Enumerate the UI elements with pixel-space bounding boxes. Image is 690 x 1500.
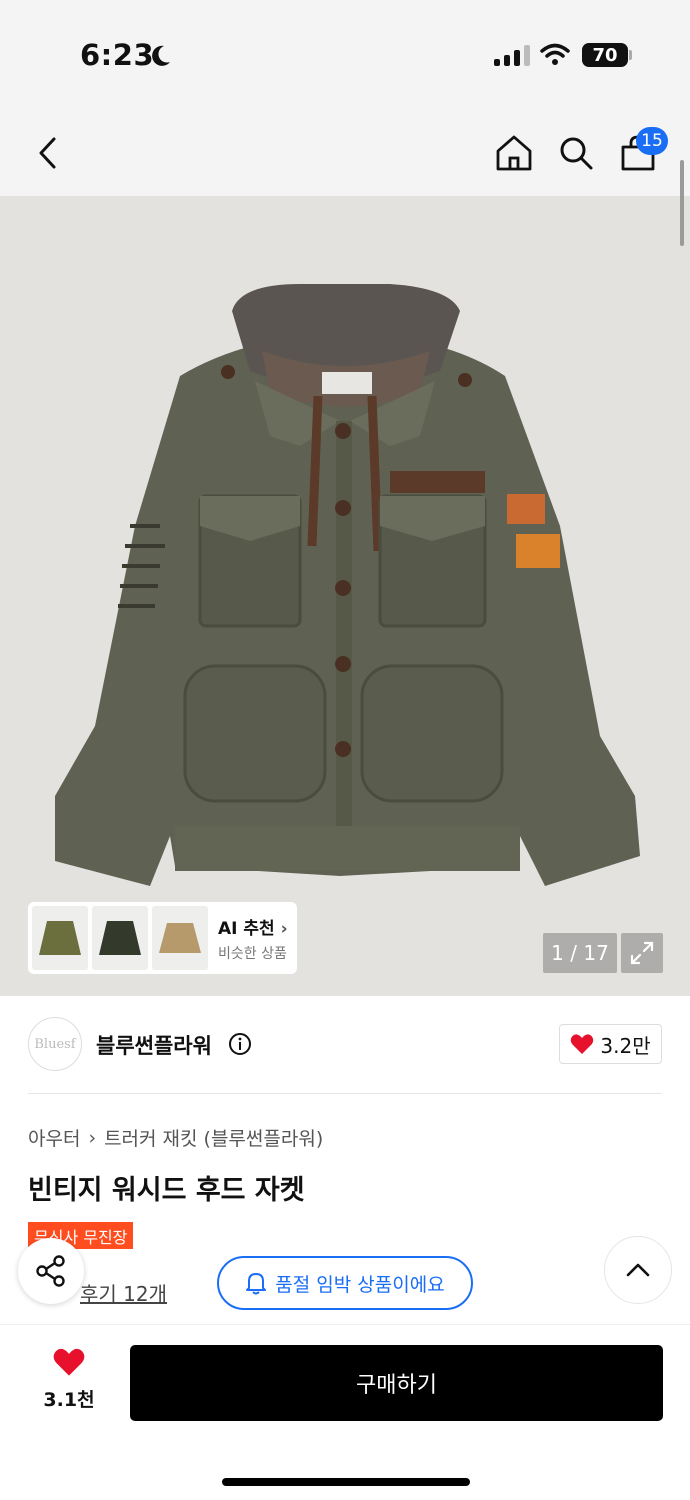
stock-alert-label: 품절 임박 상품이에요 [275,1273,445,1296]
wish-count: 3.1천 [43,1389,95,1411]
product-image[interactable] [0,196,690,996]
brand-like-count: 3.2만 [600,1033,651,1058]
product-title: 빈티지 워시드 후드 자켓 [28,1175,305,1206]
brand-logo[interactable]: Bluesf [28,1017,82,1071]
share-button[interactable] [18,1238,84,1304]
stock-alert-button[interactable]: 품절 임박 상품이에요 [217,1256,473,1310]
wifi-icon [540,43,570,65]
ai-recommend-subtitle: 비슷한 상품 [218,945,287,962]
expand-icon [630,941,654,965]
search-icon [560,137,593,170]
signal-icon [494,44,530,66]
share-icon [36,1255,65,1287]
jacket-thumb-icon [99,921,141,955]
chevron-up-icon [626,1263,650,1277]
chevron-right-icon: › [88,1126,97,1149]
back-button[interactable] [18,110,78,196]
search-button[interactable] [546,110,606,196]
buy-button[interactable]: 구매하기 [130,1345,663,1421]
ai-recommend-title: AI 추천 [218,918,275,939]
jacket-thumb-icon [159,923,201,953]
breadcrumb-subcategory[interactable]: 트러커 재킷 (블루썬플라워) [104,1124,323,1151]
breadcrumb-category[interactable]: 아우터 [28,1124,80,1151]
moon-icon [152,45,170,66]
recommend-thumb-1[interactable] [32,906,88,970]
breadcrumb: 아우터 › 트러커 재킷 (블루썬플라워) [28,1124,323,1151]
back-icon [39,137,56,169]
brand-name[interactable]: 블루썬플라워 [96,1030,212,1060]
home-button[interactable] [484,110,544,196]
ai-recommend-card[interactable]: AI 추천 › 비슷한 상품 [28,902,297,974]
status-time: 6:23 [80,38,155,72]
info-icon[interactable] [228,1032,252,1056]
recommend-thumb-2[interactable] [92,906,148,970]
scrollbar[interactable] [680,160,684,246]
recommend-thumb-3[interactable] [152,906,208,970]
top-nav [0,110,690,196]
home-indicator [222,1478,470,1486]
jacket-illustration [55,284,640,886]
divider [28,1093,662,1094]
review-link[interactable]: 후기 12개 [80,1278,167,1307]
heart-icon [53,1348,85,1376]
cart-badge: 15 [636,127,668,155]
heart-icon [571,1034,594,1054]
wish-button[interactable]: 3.1천 [30,1347,108,1412]
home-icon [496,135,532,171]
chevron-right-icon: › [280,918,288,939]
ai-recommend-text: AI 추천 › 비슷한 상품 [218,914,288,963]
battery-nub [629,50,632,60]
battery-indicator: 70 [582,43,628,67]
status-bar: 6:23 70 [0,0,690,110]
jacket-thumb-icon [39,921,81,955]
expand-button[interactable] [621,933,663,973]
brand-like-button[interactable]: 3.2만 [559,1024,662,1064]
image-counter: 1 / 17 [543,933,617,973]
scroll-top-button[interactable] [604,1236,672,1304]
bell-icon [246,1273,267,1295]
